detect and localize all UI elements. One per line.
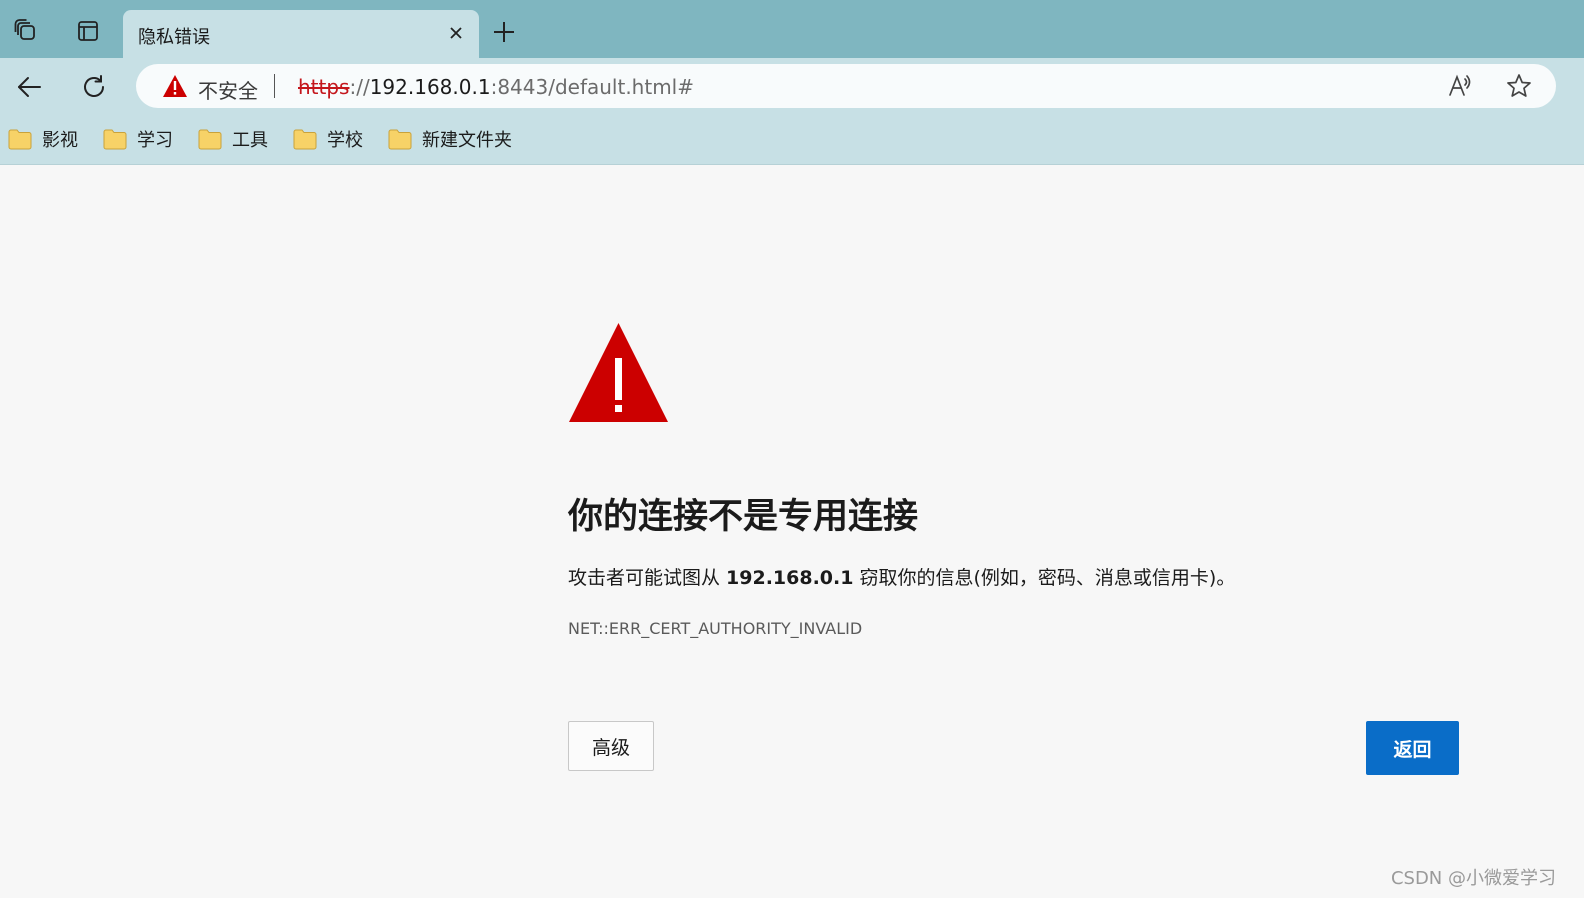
bookmark-folder-5[interactable]: 新建文件夹 — [388, 126, 512, 152]
bookmark-folder-1[interactable]: 影视 — [8, 126, 78, 152]
folder-icon — [198, 129, 222, 150]
bookmark-label: 工具 — [232, 130, 268, 151]
read-aloud-icon[interactable] — [1446, 72, 1474, 100]
advanced-button[interactable]: 高级 — [568, 721, 654, 771]
bookmark-label: 学校 — [327, 130, 363, 151]
security-label[interactable]: 不安全 — [198, 75, 258, 104]
refresh-icon[interactable] — [77, 70, 111, 104]
desc-suffix: 窃取你的信息(例如，密码、消息或信用卡)。 — [853, 567, 1236, 589]
url-scheme: https — [298, 75, 350, 99]
address-bar[interactable]: 不安全 https://192.168.0.1:8443/default.htm… — [136, 64, 1556, 108]
bookmark-folder-4[interactable]: 学校 — [293, 126, 363, 152]
star-icon[interactable] — [1505, 72, 1533, 100]
bookmarks-bar: 影视 学习 工具 学校 新建文件夹 — [0, 116, 1584, 165]
close-icon[interactable] — [445, 22, 467, 44]
back-arrow-icon[interactable] — [12, 70, 46, 104]
folder-icon — [388, 129, 412, 150]
bookmark-folder-2[interactable]: 学习 — [103, 126, 173, 152]
go-back-button[interactable]: 返回 — [1366, 721, 1459, 775]
warning-icon — [568, 322, 669, 427]
workspaces-icon[interactable] — [12, 17, 40, 45]
active-tab[interactable]: 隐私错误 — [123, 10, 479, 58]
title-bar: 隐私错误 — [0, 0, 1584, 58]
url-host: 192.168.0.1 — [369, 75, 491, 99]
bookmark-label: 新建文件夹 — [422, 130, 512, 151]
tab-actions-icon[interactable] — [74, 17, 102, 45]
watermark: CSDN @小微爱学习 — [1390, 868, 1556, 889]
folder-icon — [8, 129, 32, 150]
url-text[interactable]: https://192.168.0.1:8443/default.html# — [298, 75, 694, 99]
folder-icon — [103, 129, 127, 150]
address-toolbar: 不安全 https://192.168.0.1:8443/default.htm… — [0, 58, 1584, 116]
page-content: 你的连接不是专用连接 攻击者可能试图从 192.168.0.1 窃取你的信息(例… — [0, 165, 1584, 898]
desc-host: 192.168.0.1 — [726, 567, 854, 589]
desc-prefix: 攻击者可能试图从 — [568, 567, 727, 589]
warning-icon[interactable] — [162, 74, 188, 102]
page-title: 你的连接不是专用连接 — [568, 497, 919, 537]
tab-title: 隐私错误 — [138, 27, 210, 48]
divider — [274, 74, 275, 98]
bookmark-label: 影视 — [42, 130, 78, 151]
error-code[interactable]: NET::ERR_CERT_AUTHORITY_INVALID — [568, 619, 862, 638]
url-path: :8443/default.html# — [490, 75, 694, 99]
plus-icon[interactable] — [490, 18, 518, 46]
bookmark-folder-3[interactable]: 工具 — [198, 126, 268, 152]
error-description: 攻击者可能试图从 192.168.0.1 窃取你的信息(例如，密码、消息或信用卡… — [568, 563, 1235, 590]
bookmark-label: 学习 — [137, 130, 173, 151]
url-separator: :// — [349, 75, 370, 99]
folder-icon — [293, 129, 317, 150]
